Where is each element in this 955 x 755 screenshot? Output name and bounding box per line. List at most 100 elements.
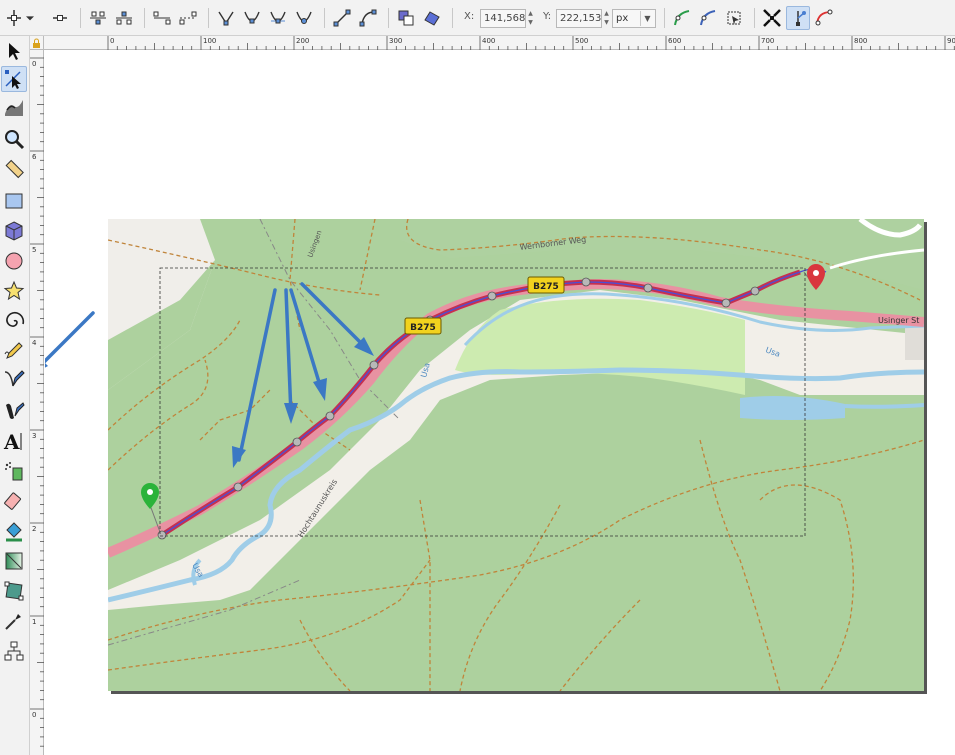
svg-text:A: A — [3, 430, 20, 452]
ruler-label: 0 — [32, 60, 36, 68]
show-handles-icon[interactable] — [786, 6, 810, 30]
ruler-label: 300 — [389, 37, 402, 45]
smooth-node-icon[interactable] — [240, 6, 264, 30]
tweak-tool[interactable] — [1, 94, 27, 120]
ruler-label: 4 — [32, 339, 37, 347]
calligraphy-icon — [6, 402, 25, 419]
node-editor-icon — [5, 70, 21, 89]
mesh-icon — [4, 581, 24, 601]
connector-icon — [4, 641, 24, 661]
arrow-icon — [9, 43, 20, 60]
horizontal-ruler: 0 100 200 300 400 500 600 700 800 900 — [44, 36, 955, 50]
unit-select-value: px — [616, 13, 629, 24]
show-clip-icon[interactable] — [670, 6, 694, 30]
map-content: B275 B275 Wernborner Weg Usinger St Usa … — [108, 219, 924, 691]
spray-tool[interactable] — [1, 458, 27, 484]
paint-bucket-icon — [6, 522, 22, 542]
ruler-icon — [5, 159, 24, 179]
toolbox: A — [0, 36, 30, 755]
spiral-tool[interactable] — [1, 308, 27, 334]
ruler-label: 800 — [854, 37, 867, 45]
pen-bezier-icon — [4, 370, 25, 387]
stroke-to-path-icon[interactable] — [420, 6, 444, 30]
join-nodes-icon[interactable] — [86, 6, 110, 30]
node-delete-icon[interactable] — [48, 6, 72, 30]
box-3d-icon — [5, 221, 23, 241]
dropper-tool[interactable] — [1, 608, 27, 634]
ruler-label: 0 — [32, 711, 36, 719]
pencil-icon — [4, 342, 23, 359]
connector-tool[interactable] — [1, 638, 27, 664]
show-path-outline-icon[interactable] — [760, 6, 784, 30]
mesh-tool[interactable] — [1, 578, 27, 604]
zoom-tool[interactable] — [1, 126, 27, 152]
ruler-label: 100 — [203, 37, 216, 45]
ruler-corner — [30, 36, 44, 50]
ruler-label: 6 — [32, 153, 37, 161]
gradient-icon — [5, 552, 23, 570]
eraser-tool[interactable] — [1, 488, 27, 514]
chevron-down-icon[interactable] — [22, 6, 38, 30]
segment-curve-icon[interactable] — [356, 6, 380, 30]
rect-tool[interactable] — [1, 188, 27, 214]
y-coordinate-label: Y: — [543, 11, 552, 22]
ruler-label: 500 — [575, 37, 588, 45]
x-coordinate-input[interactable]: 141,568 — [480, 9, 526, 28]
unit-select[interactable]: px ▼ — [612, 9, 656, 28]
ruler-label: 200 — [296, 37, 309, 45]
star-icon — [3, 280, 25, 301]
paint-bucket-tool[interactable] — [1, 518, 27, 544]
calligraphy-tool[interactable] — [1, 398, 27, 424]
ruler-label: 700 — [761, 37, 774, 45]
selector-tool[interactable] — [1, 38, 27, 64]
show-mask-icon[interactable] — [696, 6, 720, 30]
dropper-icon — [5, 614, 21, 630]
map-image[interactable]: B275 B275 Wernborner Weg Usinger St Usa … — [45, 51, 955, 755]
ellipse-tool[interactable] — [1, 248, 27, 274]
node-tool[interactable] — [1, 66, 27, 92]
show-bezier-path-icon[interactable] — [812, 6, 836, 30]
ruler-label: 2 — [32, 525, 36, 533]
auto-smooth-icon[interactable] — [292, 6, 316, 30]
eraser-icon — [4, 492, 22, 510]
delete-segment-icon[interactable] — [176, 6, 200, 30]
ruler-label: 5 — [32, 246, 36, 254]
vertical-ruler: 0 6 5 4 3 2 1 0 — [30, 50, 44, 755]
node-toolbar: X: 141,568 ▲ ▼ Y: 222,153 ▲ ▼ px ▼ — [0, 0, 955, 36]
pen-tool[interactable] — [1, 366, 27, 392]
text-tool[interactable]: A — [1, 428, 27, 454]
ruler-label: 900 — [947, 37, 955, 45]
circle-icon — [5, 252, 23, 270]
symmetric-node-icon[interactable] — [266, 6, 290, 30]
road-shield-2: B275 — [527, 276, 565, 294]
object-to-path-icon[interactable] — [394, 6, 418, 30]
spray-icon — [5, 462, 23, 481]
gradient-tool[interactable] — [1, 548, 27, 574]
ruler-label: 3 — [32, 432, 36, 440]
cusp-node-icon[interactable] — [214, 6, 238, 30]
show-transform-handles-icon[interactable] — [722, 6, 746, 30]
pencil-tool[interactable] — [1, 338, 27, 364]
chevron-down-icon: ▼ — [640, 11, 654, 26]
svg-text:B275: B275 — [533, 282, 559, 292]
lock-icon — [33, 38, 40, 48]
segment-line-icon[interactable] — [330, 6, 354, 30]
road-shield-1: B275 — [404, 317, 442, 335]
drawing-canvas[interactable]: B275 B275 Wernborner Weg Usinger St Usa … — [45, 51, 955, 755]
tweak-icon — [5, 100, 23, 116]
spiral-icon — [6, 311, 25, 327]
ruler-label: 600 — [668, 37, 681, 45]
ruler-label: 1 — [32, 618, 36, 626]
x-spin-button[interactable]: ▲ ▼ — [526, 9, 535, 28]
y-coordinate-input[interactable]: 222,153 — [556, 9, 602, 28]
3dbox-tool[interactable] — [1, 218, 27, 244]
break-path-icon[interactable] — [112, 6, 136, 30]
star-tool[interactable] — [1, 278, 27, 304]
road-label-usinger: Usinger St — [878, 316, 919, 325]
join-segment-icon[interactable] — [150, 6, 174, 30]
measure-tool[interactable] — [1, 156, 27, 182]
text-icon: A — [3, 430, 22, 452]
y-spin-button[interactable]: ▲ ▼ — [602, 9, 611, 28]
ruler-label: 400 — [482, 37, 495, 45]
rectangle-icon — [5, 193, 23, 209]
